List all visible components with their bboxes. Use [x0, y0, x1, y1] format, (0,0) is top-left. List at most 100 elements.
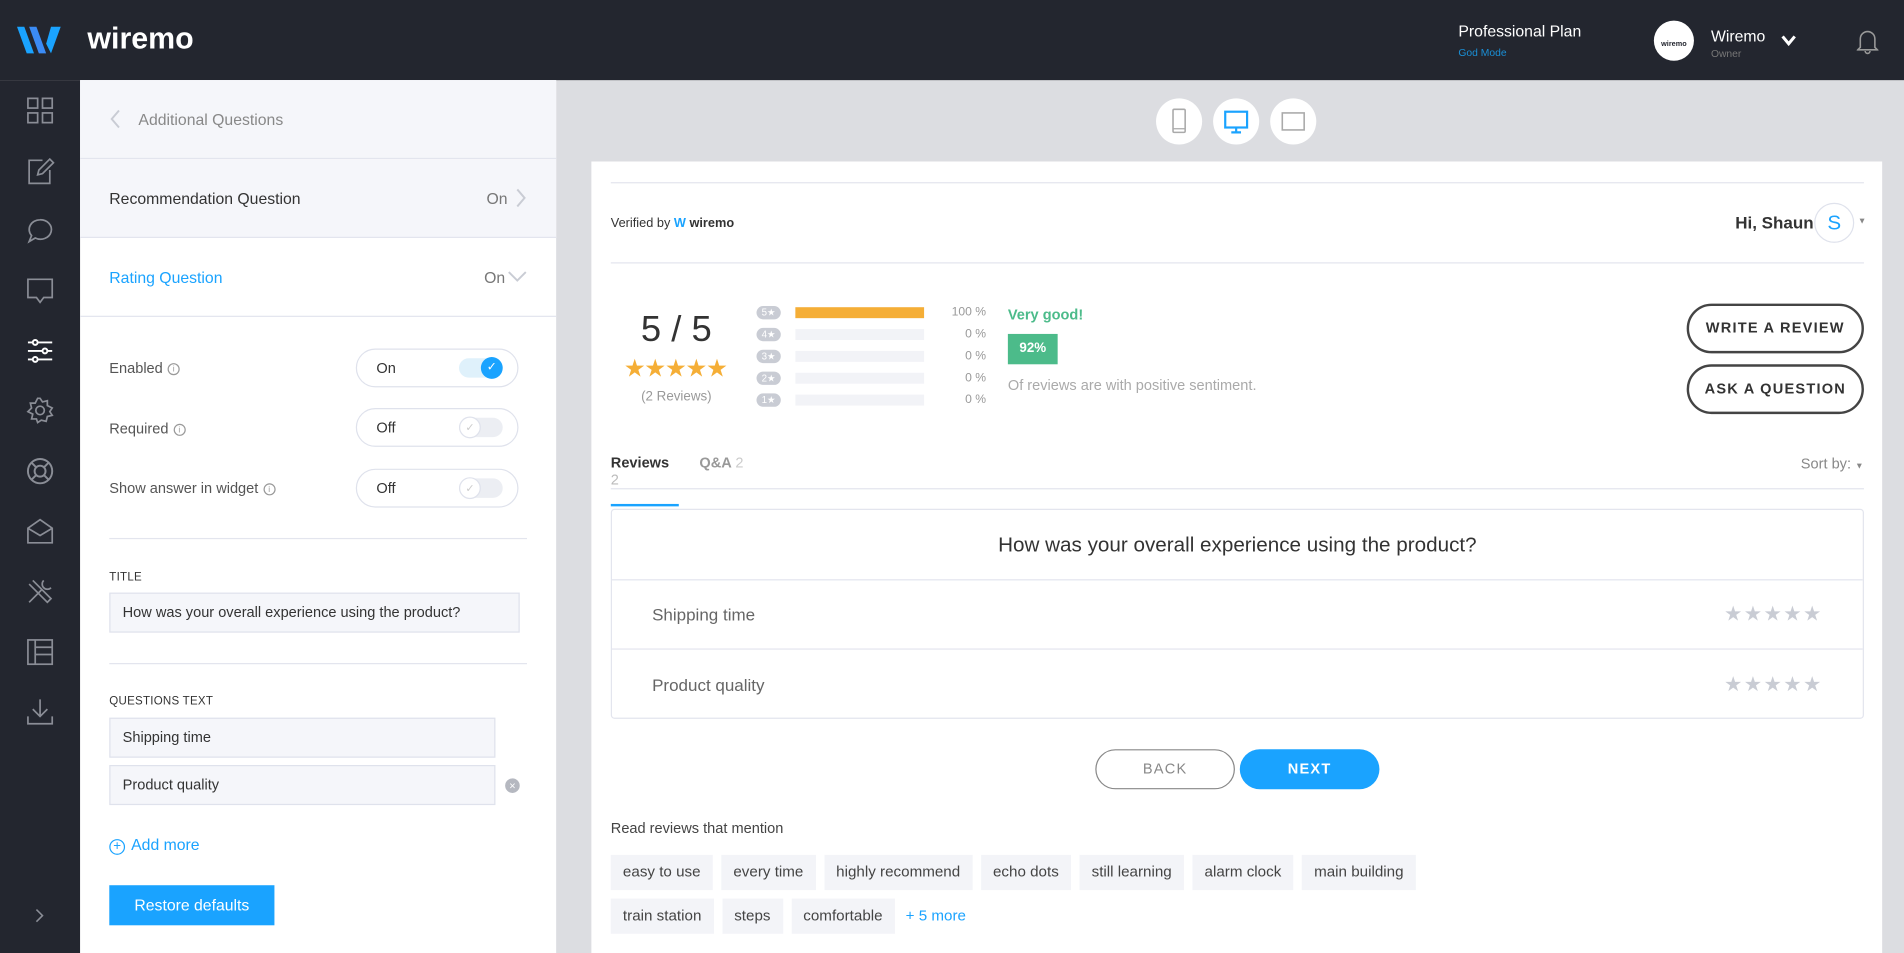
- sentiment-badge: 92%: [1007, 333, 1058, 365]
- bar-percent: 100 %: [951, 306, 987, 320]
- gear-icon[interactable]: [26, 396, 55, 425]
- questions-caption: QUESTIONS TEXT: [109, 694, 214, 708]
- ask-question-button[interactable]: ASK A QUESTION: [1686, 364, 1864, 415]
- enabled-label: Enabled i: [109, 359, 180, 376]
- show-answer-toggle[interactable]: Off ✓: [355, 468, 519, 508]
- account-avatar[interactable]: wiremo: [1653, 20, 1694, 61]
- wiremo-logo-icon[interactable]: [15, 24, 64, 56]
- edit-icon[interactable]: [26, 157, 55, 186]
- account-name[interactable]: Wiremo: [1711, 27, 1765, 45]
- more-tags-link[interactable]: + 5 more: [906, 907, 966, 924]
- device-desktop-button[interactable]: [1213, 98, 1260, 145]
- question-input[interactable]: Product quality: [109, 765, 496, 806]
- table-icon[interactable]: [26, 638, 55, 667]
- bar-track: [795, 394, 925, 406]
- mention-tag[interactable]: echo dots: [980, 854, 1071, 891]
- chevron-down-icon: [508, 271, 527, 282]
- info-icon: i: [167, 363, 180, 376]
- expand-chevron-icon[interactable]: [34, 908, 46, 923]
- row-label: Recommendation Question: [109, 188, 301, 208]
- verified-by: Verified by W wiremo: [610, 216, 735, 231]
- device-tablet-button[interactable]: [1270, 98, 1317, 145]
- star-count-badge: 2★: [756, 371, 781, 385]
- mention-tag[interactable]: still learning: [1079, 854, 1184, 891]
- tab-qa[interactable]: Q&A 2: [699, 454, 743, 471]
- comment-icon[interactable]: [26, 276, 55, 305]
- rating-breakdown-row[interactable]: 4★ 0 %: [756, 327, 1000, 343]
- sentiment-title: Very good!: [1007, 306, 1084, 324]
- star-rating-input[interactable]: ★★★★★: [1724, 602, 1823, 626]
- dashboard-icon[interactable]: [26, 96, 55, 125]
- bar-fill: [795, 307, 925, 319]
- restore-defaults-button[interactable]: Restore defaults: [109, 885, 275, 926]
- chevron-down-icon[interactable]: [1781, 35, 1796, 47]
- write-review-button[interactable]: WRITE A REVIEW: [1686, 303, 1864, 354]
- mention-tag[interactable]: highly recommend: [824, 854, 973, 891]
- mention-tag[interactable]: main building: [1301, 854, 1416, 891]
- rating-breakdown-row[interactable]: 2★ 0 %: [756, 371, 1000, 387]
- mobile-icon: [1172, 108, 1186, 134]
- recommendation-question-row[interactable]: Recommendation Question On: [80, 159, 557, 239]
- download-icon[interactable]: [26, 697, 55, 726]
- mention-tag[interactable]: steps: [722, 898, 783, 934]
- top-bar: wiremo Professional Plan God Mode wiremo…: [0, 0, 1904, 81]
- reviews-count[interactable]: (2 Reviews): [616, 390, 737, 405]
- wiremo-logo-icon: W: [673, 216, 686, 231]
- star-count-badge: 5★: [756, 306, 781, 320]
- back-button[interactable]: BACK: [1095, 749, 1235, 790]
- widget-preview: Verified by W wiremo Hi, Shaun S ▼ 5 / 5…: [591, 161, 1883, 953]
- question-title: How was your overall experience using th…: [612, 510, 1863, 581]
- divider: [109, 537, 528, 540]
- row-status: On: [484, 267, 506, 286]
- add-more-button[interactable]: + Add more: [109, 835, 200, 855]
- check-icon: ✓: [459, 416, 481, 439]
- user-avatar[interactable]: S: [1814, 202, 1855, 243]
- required-toggle[interactable]: Off ✓: [355, 408, 519, 447]
- star-count-badge: 4★: [756, 327, 781, 342]
- show-answer-label: Show answer in widget i: [109, 480, 276, 497]
- star-rating-input[interactable]: ★★★★★: [1724, 672, 1823, 696]
- plus-circle-icon: +: [109, 839, 126, 855]
- bar-track: [795, 329, 925, 341]
- mention-tag[interactable]: easy to use: [610, 854, 713, 891]
- lifebuoy-icon[interactable]: [26, 457, 55, 486]
- question-input[interactable]: Shipping time: [109, 717, 496, 758]
- rating-question-row[interactable]: Rating Question On: [80, 238, 557, 317]
- mention-tag[interactable]: alarm clock: [1192, 854, 1294, 891]
- bell-icon[interactable]: [1856, 28, 1879, 55]
- settings-panel: Additional Questions Recommendation Ques…: [80, 80, 557, 953]
- caret-down-icon[interactable]: ▼: [1858, 217, 1866, 226]
- greeting: Hi, Shaun: [1735, 212, 1814, 232]
- mail-icon[interactable]: [26, 516, 55, 545]
- sidebar-rail: [0, 80, 81, 953]
- bar-percent: 0 %: [965, 327, 987, 342]
- mention-tag[interactable]: train station: [610, 898, 714, 934]
- remove-question-icon[interactable]: ×: [505, 778, 520, 793]
- back-link[interactable]: Additional Questions: [80, 80, 557, 160]
- tools-icon[interactable]: [26, 577, 55, 606]
- rating-row: Product quality ★★★★★: [652, 672, 1823, 696]
- info-icon: i: [173, 423, 186, 436]
- sliders-icon[interactable]: [26, 336, 55, 365]
- rating-breakdown-row[interactable]: 3★ 0 %: [756, 349, 1000, 365]
- mention-tag[interactable]: comfortable: [791, 898, 895, 934]
- next-button[interactable]: NEXT: [1239, 749, 1380, 790]
- bar-percent: 0 %: [965, 393, 987, 407]
- desktop-icon: [1224, 110, 1249, 134]
- enabled-toggle[interactable]: On ✓: [355, 348, 519, 388]
- bar-track: [795, 372, 925, 384]
- device-mobile-button[interactable]: [1156, 98, 1203, 145]
- rating-breakdown-row[interactable]: 1★ 0 %: [756, 393, 1000, 408]
- rating-breakdown-row[interactable]: 5★ 100 %: [756, 306, 1000, 321]
- title-input[interactable]: How was your overall experience using th…: [109, 592, 520, 633]
- title-caption: TITLE: [109, 570, 142, 585]
- bar-track: [795, 307, 925, 319]
- sort-by-dropdown[interactable]: Sort by: ▼: [1801, 455, 1864, 472]
- tab-reviews[interactable]: Reviews 2: [610, 454, 679, 507]
- chat-icon[interactable]: [26, 216, 55, 245]
- row-label: Rating Question: [109, 267, 223, 286]
- mention-tag[interactable]: every time: [721, 854, 816, 891]
- tablet-icon: [1281, 112, 1305, 131]
- bar-percent: 0 %: [965, 371, 987, 385]
- account-role: Owner: [1710, 47, 1742, 60]
